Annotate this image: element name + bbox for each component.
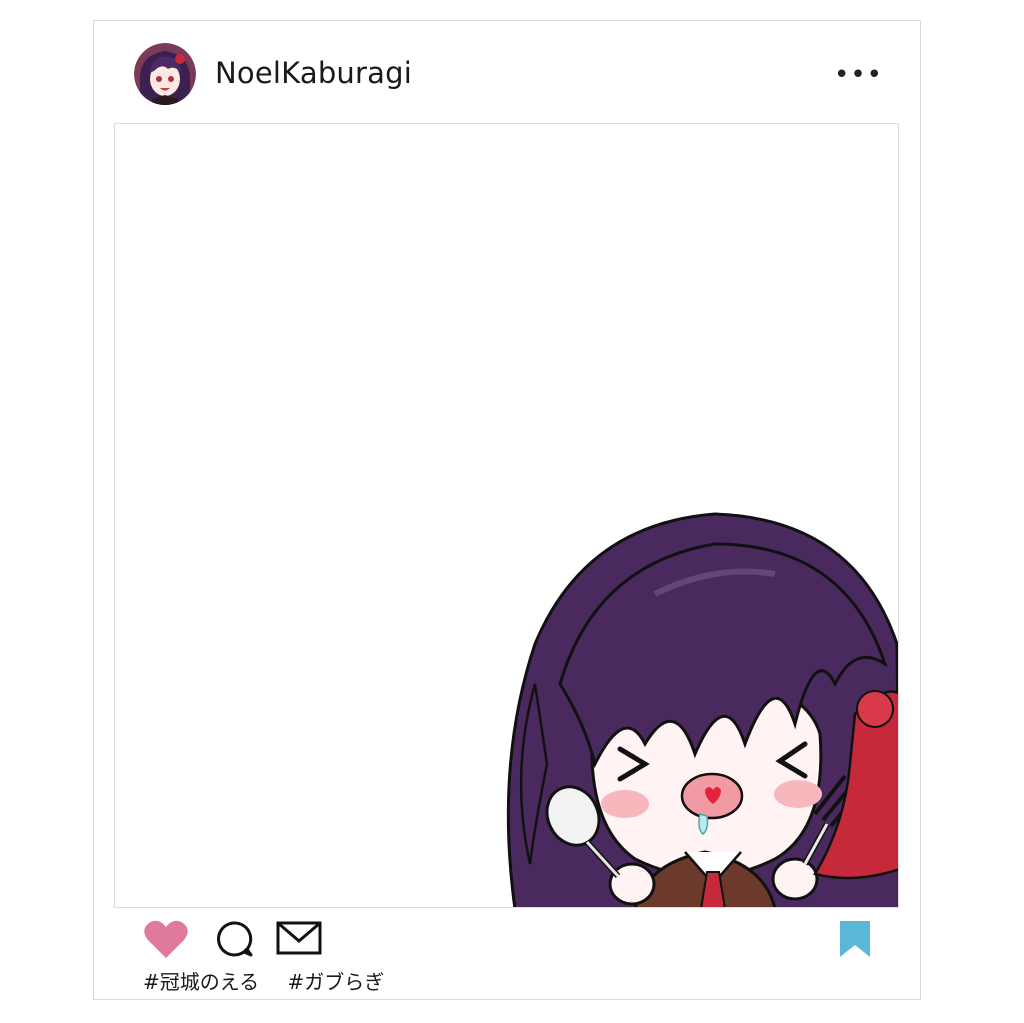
- envelope-icon: [276, 921, 322, 955]
- like-button[interactable]: [143, 918, 189, 960]
- comment-bubble-icon: [217, 921, 253, 957]
- comment-button[interactable]: [214, 919, 254, 959]
- post-photo: [114, 123, 899, 908]
- hashtags: #冠城のえる #ガブらぎ: [143, 966, 406, 995]
- more-options-icon[interactable]: •••: [834, 60, 882, 90]
- bookmark-icon: [840, 921, 870, 957]
- avatar[interactable]: [134, 43, 196, 105]
- hashtag-link[interactable]: #冠城のえる: [143, 966, 259, 995]
- chibi-character-illustration: [506, 512, 898, 907]
- hashtag-link[interactable]: #ガブらぎ: [288, 966, 385, 995]
- heart-icon: [144, 920, 188, 958]
- username[interactable]: NoelKaburagi: [215, 56, 412, 90]
- avatar-image: [134, 43, 196, 105]
- bookmark-button[interactable]: [838, 921, 872, 957]
- share-button[interactable]: [276, 921, 322, 955]
